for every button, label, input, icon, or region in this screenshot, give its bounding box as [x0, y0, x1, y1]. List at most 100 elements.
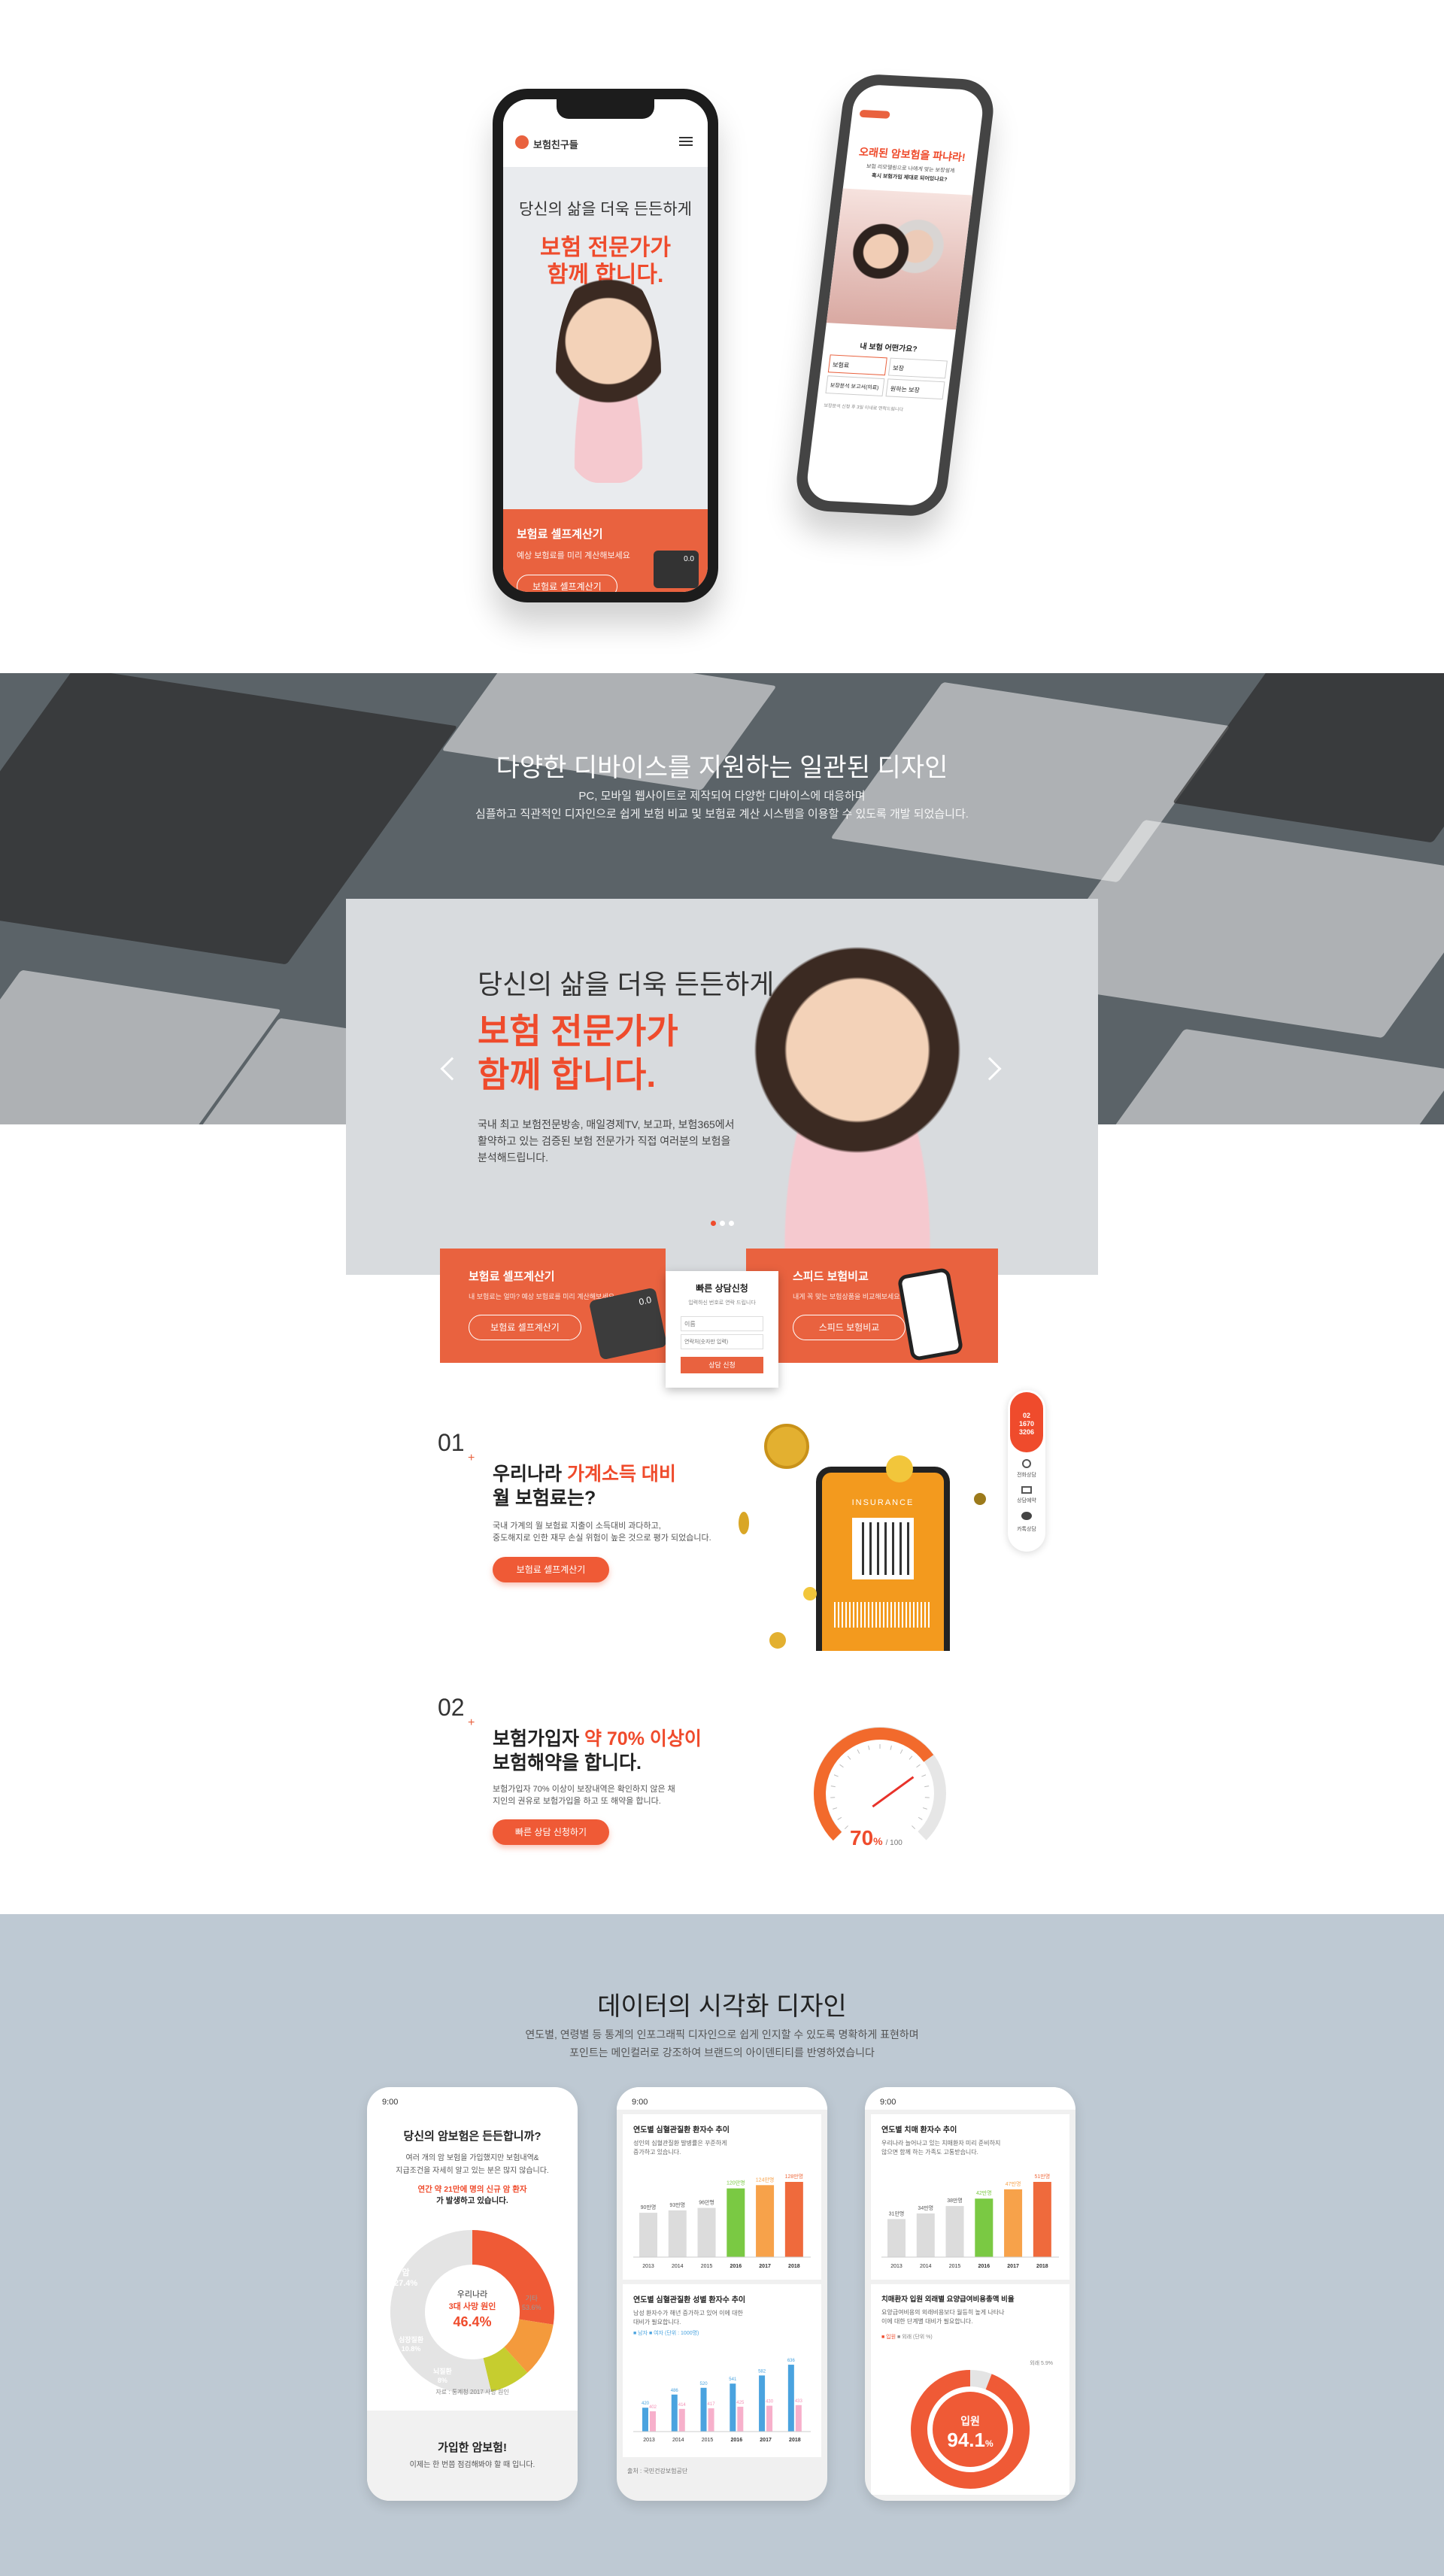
mail-icon[interactable]: [1021, 1486, 1032, 1494]
bar-value-label: 93만명: [669, 2201, 685, 2208]
phone-notch: [557, 99, 654, 119]
bar-value-label: 417: [708, 2402, 716, 2407]
bar-여자-2016: [737, 2406, 744, 2432]
compare-card-button[interactable]: 스피드 보험비교: [793, 1315, 906, 1340]
consult-phone-input[interactable]: [681, 1334, 763, 1349]
sec01-button[interactable]: 보험료 셀프계산기: [493, 1557, 609, 1582]
bar-value-label: 90만명: [641, 2204, 657, 2210]
hero-desc-1: 국내 최고 보험전문방송, 매일경제TV, 보고파, 보험365에서: [478, 1118, 735, 1130]
x-tick-label: 2014: [672, 2264, 684, 2269]
devices-desc-2: 심플하고 직관적인 디자인으로 쉽게 보험 비교 및 보험료 계산 시스템을 이…: [475, 808, 969, 821]
bar-2015: [945, 2206, 964, 2257]
x-tick-label: 2016: [978, 2264, 990, 2269]
chart2-title: 연도별 심혈관질환 성별 환자수 추이: [633, 2296, 746, 2304]
prev-arrow-icon[interactable]: [440, 1057, 464, 1081]
bar-value-label: 425: [736, 2401, 745, 2405]
status-time: 9:00: [865, 2087, 1075, 2110]
gauge-needle: [872, 1776, 915, 1808]
menu-icon[interactable]: [679, 137, 693, 146]
next-arrow-icon[interactable]: [978, 1057, 1002, 1081]
bar-여자-2018: [795, 2405, 802, 2432]
side-item-reserve[interactable]: 상담예약: [1008, 1497, 1045, 1504]
desktop-hero: 당신의 삶을 더욱 든든하게 보험 전문가가 함께 합니다. 국내 최고 보험전…: [346, 899, 1098, 1275]
side-item-call[interactable]: 전화상담: [1008, 1471, 1045, 1479]
gauge-tick: [912, 1825, 916, 1830]
phone-a-title: 당신의 암보험은 든든합니까?: [403, 2130, 542, 2143]
bar-value-label: 430: [766, 2400, 774, 2405]
chart1-desc-2: 증가하고 있습니다.: [633, 2149, 681, 2156]
hero-em-1: 보험 전문가가: [478, 1012, 678, 1051]
bar-2015: [697, 2207, 716, 2257]
chat-icon[interactable]: [1021, 1512, 1032, 1520]
coin-icon: [769, 1632, 786, 1649]
chart1-desc-1: 우리나라 늘어나고 있는 치매환자 미리 준비하지: [881, 2140, 1001, 2147]
form-option-1[interactable]: 보험료: [827, 354, 887, 376]
phone-a-source: 자료 : 통계청 2017 사망 원인: [435, 2389, 509, 2395]
hero-em-2: 함께 합니다.: [478, 1055, 657, 1094]
slide-dot[interactable]: [720, 1221, 725, 1226]
chart-card: 연도별 치매 환자수 추이 우리나라 늘어나고 있는 치매환자 미리 준비하지 …: [871, 2114, 1069, 2280]
bar-남자-2016: [730, 2383, 736, 2432]
bar-value-label: 636: [787, 2359, 796, 2363]
gauge-tick: [844, 1825, 848, 1830]
hero-desc-2: 활약하고 있는 검증된 보험 전문가가 직접 여러분의 보험을: [478, 1135, 731, 1147]
calc-card-button[interactable]: 보험료 셀프계산기: [469, 1315, 581, 1340]
bar-남자-2017: [759, 2375, 766, 2432]
bar-2018: [1033, 2182, 1051, 2257]
donut-slice-심장질환: [503, 2318, 554, 2373]
x-tick-label: 2013: [643, 2438, 655, 2443]
slide-dot[interactable]: [729, 1221, 734, 1226]
sec02-desc-1: 보험가입자 70% 이상이 보장내역은 확인하지 않은 채: [493, 1785, 675, 1794]
phone-call-badge[interactable]: 02 1670 3206: [1010, 1392, 1043, 1452]
bar-value-label: 34만명: [918, 2204, 933, 2211]
x-tick-label: 2014: [920, 2264, 932, 2269]
gauge-tick: [830, 1786, 836, 1788]
form-option-2[interactable]: 보장: [887, 357, 948, 379]
gauge-readout: 70%/ 100: [850, 1826, 902, 1849]
devices-title: 다양한 디바이스를 지원하는 일관된 디자인: [496, 754, 948, 782]
data-viz-desc-2: 포인트는 메인컬러로 강조하여 브랜드의 아이덴티티를 반영하였습니다: [569, 2047, 875, 2059]
phone-screen: 보험친구들 당신의 삶을 더욱 든든하게 보험 전문가가함께 합니다. 보험료 …: [503, 99, 708, 592]
x-tick-label: 2013: [642, 2264, 654, 2269]
gauge-tick: [918, 1816, 923, 1820]
bar-value-label: 96만명: [699, 2199, 714, 2206]
calculator-icon: 0.0: [654, 551, 699, 588]
bar-value-label: 582: [758, 2369, 766, 2374]
bar-value-label: 433: [795, 2399, 803, 2404]
chart2-desc-2: 이에 대한 단계별 대비가 필요합니다.: [881, 2318, 973, 2325]
form-option-3[interactable]: 보장분석 보고서(의료): [825, 375, 885, 396]
gauge-tick: [833, 1807, 838, 1810]
calc-card: 보험료 셀프계산기 내 보험료는 얼마? 예상 보험료를 미리 계산해보세요 보…: [440, 1249, 668, 1363]
slide-dot-active[interactable]: [711, 1221, 716, 1226]
consult-submit-button[interactable]: 상담 신청: [681, 1357, 763, 1373]
coin-icon: [886, 1455, 913, 1482]
donut-slice-외래: [969, 2370, 992, 2390]
gauge-tick: [837, 1816, 842, 1820]
gauge-fill: [814, 1728, 934, 1841]
sec02-button[interactable]: 빠른 상담 신청하기: [493, 1819, 609, 1845]
bar-2013: [639, 2213, 657, 2257]
coin-icon: [803, 1587, 817, 1601]
gauge-tick: [921, 1774, 927, 1777]
side-item-kakao[interactable]: 카톡상담: [1008, 1525, 1045, 1533]
barcode-icon: [834, 1602, 932, 1628]
bar-여자-2015: [708, 2408, 714, 2432]
compare-card: 스피드 보험비교 내게 꼭 맞는 보험상품을 비교해보세요 스피드 보험비교: [746, 1249, 998, 1363]
bar-value-label: 120만명: [727, 2180, 745, 2186]
gauge-tick: [899, 1749, 903, 1754]
calc-card-title: 보험료 셀프계산기: [517, 528, 603, 541]
top-showcase: 보험친구들 당신의 삶을 더욱 든든하게 보험 전문가가함께 합니다. 보험료 …: [0, 0, 1444, 673]
gauge-tick: [909, 1755, 913, 1760]
dementia-bar-chart: 31만명 2013 34만명 2014 38만명 2015 42만명 2016 47만명 2017…: [881, 2173, 1059, 2269]
bar-여자-2014: [678, 2408, 685, 2432]
calc-card-button[interactable]: 보험료 셀프계산기: [517, 575, 617, 592]
consult-name-input[interactable]: [681, 1316, 763, 1331]
bar-value-label: 38만명: [947, 2197, 963, 2204]
gauge-tick: [922, 1807, 927, 1810]
phone-icon[interactable]: [1022, 1459, 1031, 1468]
bar-value-label: 128만명: [785, 2173, 804, 2180]
bar-2016: [975, 2198, 994, 2257]
chart2-title: 치매환자 입원 외래별 요양급여비용총액 비율: [881, 2295, 1015, 2304]
form-option-4[interactable]: 원하는 보장: [885, 378, 945, 400]
bar-value-label: 486: [671, 2389, 679, 2393]
